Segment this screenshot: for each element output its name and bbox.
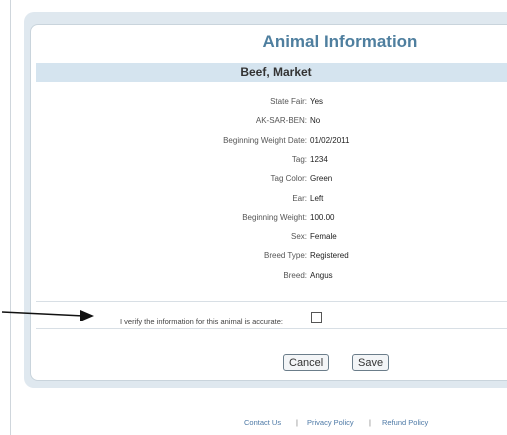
verify-label: I verify the information for this animal…: [120, 317, 283, 326]
privacy-policy-link[interactable]: Privacy Policy: [307, 418, 354, 427]
field-label: Tag:: [291, 155, 307, 164]
field-label: State Fair:: [270, 97, 307, 106]
field-label: Breed Type:: [264, 251, 307, 260]
field-row: Beginning Weight Date: 01/02/2011: [0, 136, 507, 150]
field-value: No: [310, 116, 321, 125]
footer-separator: |: [369, 418, 371, 427]
field-value: Female: [310, 232, 337, 241]
panel-subtitle: Beef, Market: [36, 63, 507, 82]
field-value: Left: [310, 194, 324, 203]
field-row: Breed: Angus: [0, 271, 507, 285]
footer-separator: |: [296, 418, 298, 427]
field-row: State Fair: Yes: [0, 97, 507, 111]
save-button[interactable]: Save: [352, 354, 390, 371]
panel-title: Animal Information: [262, 32, 418, 51]
field-label: Beginning Weight:: [242, 213, 307, 222]
field-label: Breed:: [283, 271, 307, 280]
field-value: 01/02/2011: [310, 136, 350, 145]
field-label: Tag Color:: [270, 174, 307, 183]
field-value: Green: [310, 174, 333, 183]
field-row: Beginning Weight: 100.00: [0, 213, 507, 227]
field-label: Sex:: [290, 232, 307, 241]
field-row: Tag Color: Green: [0, 174, 507, 188]
field-row: Tag: 1234: [0, 155, 507, 169]
field-label: AK-SAR-BEN:: [255, 116, 307, 125]
field-row: Ear: Left: [0, 194, 507, 208]
field-value: Angus: [310, 271, 333, 280]
cancel-button[interactable]: Cancel: [283, 354, 330, 371]
field-value: Registered: [310, 251, 349, 260]
contact-us-link[interactable]: Contact Us: [244, 418, 281, 427]
field-row: Breed Type: Registered: [0, 251, 507, 265]
field-label: Ear:: [292, 194, 307, 203]
field-value: Yes: [310, 97, 324, 106]
field-label: Beginning Weight Date:: [223, 136, 307, 145]
arrow-icon: [1, 310, 94, 321]
field-value: 100.00: [310, 213, 335, 222]
refund-policy-link[interactable]: Refund Policy: [382, 418, 428, 427]
field-row: AK-SAR-BEN: No: [0, 116, 507, 130]
field-value: 1234: [310, 155, 328, 164]
field-row: Sex: Female: [0, 232, 507, 246]
verify-checkbox[interactable]: [311, 312, 322, 323]
